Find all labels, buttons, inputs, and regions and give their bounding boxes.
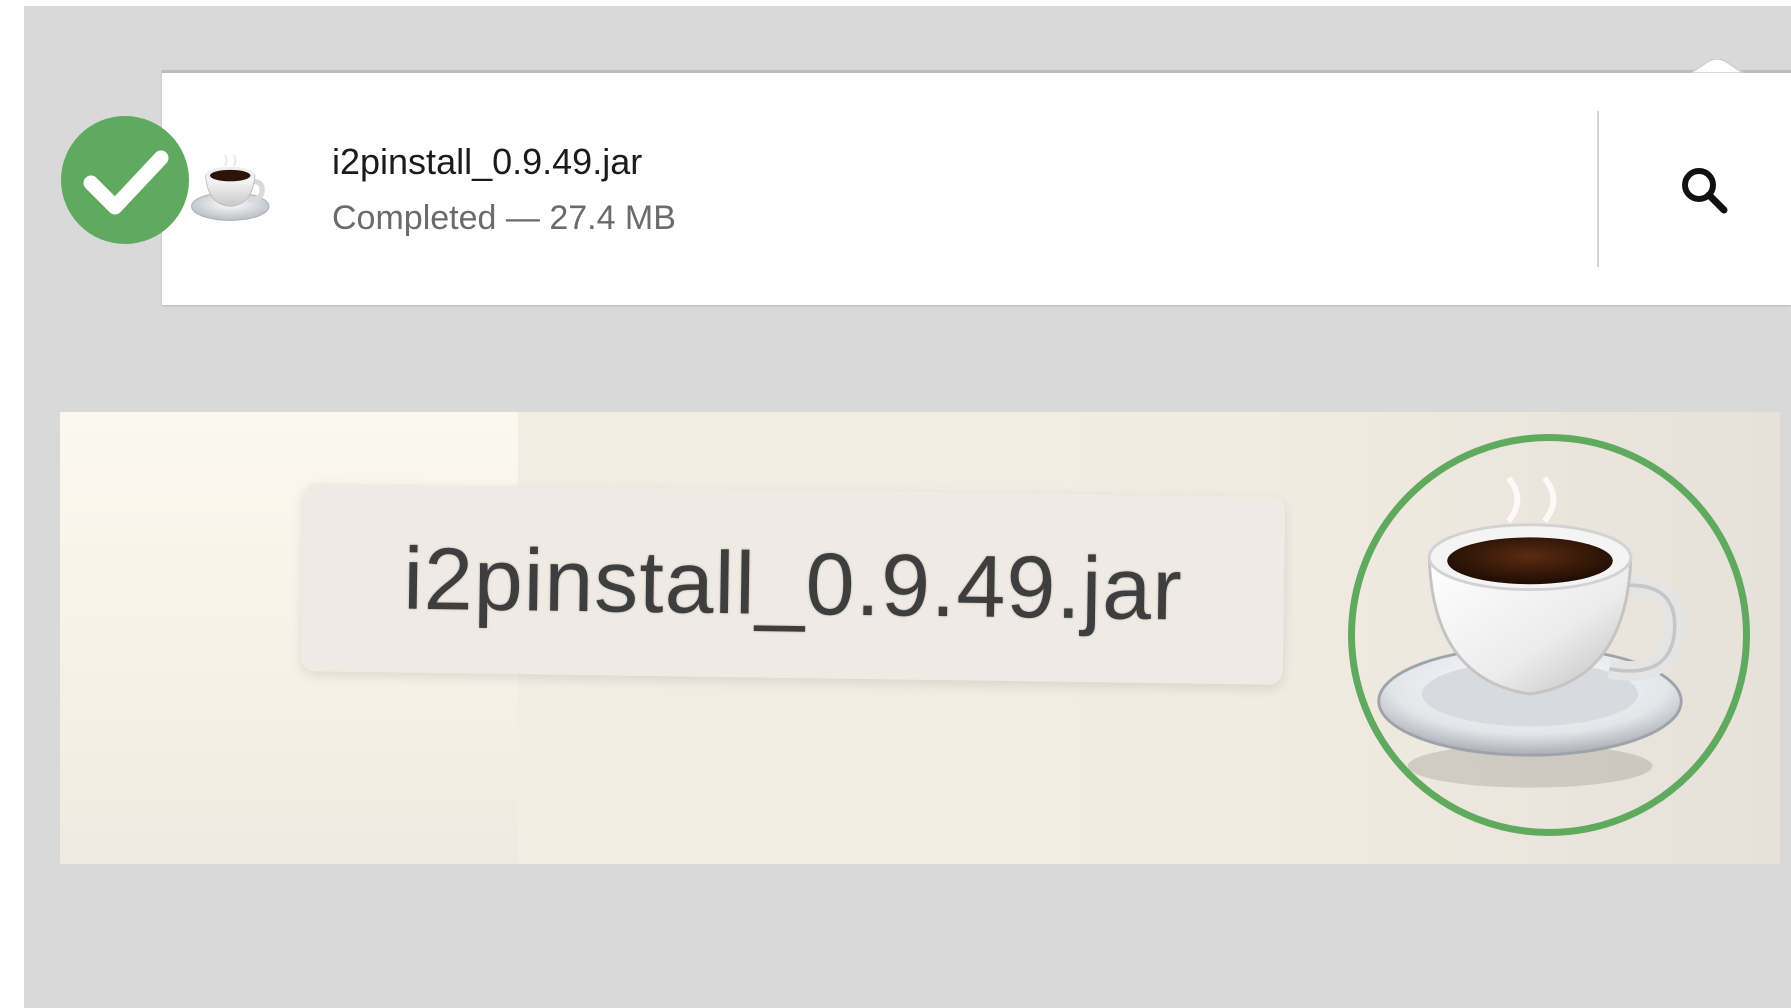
panel-notch	[1691, 59, 1743, 73]
java-coffee-cup-icon	[191, 154, 270, 221]
reveal-in-finder-button[interactable]	[1667, 153, 1741, 227]
zoomed-file-name: i2pinstall_0.9.49.jar	[402, 528, 1184, 639]
download-status: Completed — 27.4 MB	[332, 199, 676, 237]
download-file-name: i2pinstall_0.9.49.jar	[332, 141, 643, 182]
zoomed-file-label: i2pinstall_0.9.49.jar	[300, 483, 1286, 685]
checkmark-icon	[61, 116, 189, 244]
magnifier-icon	[1682, 168, 1728, 214]
highlight-circle	[1348, 434, 1750, 836]
divider	[1597, 111, 1599, 267]
download-item[interactable]: i2pinstall_0.9.49.jar Completed — 27.4 M…	[162, 59, 1791, 305]
